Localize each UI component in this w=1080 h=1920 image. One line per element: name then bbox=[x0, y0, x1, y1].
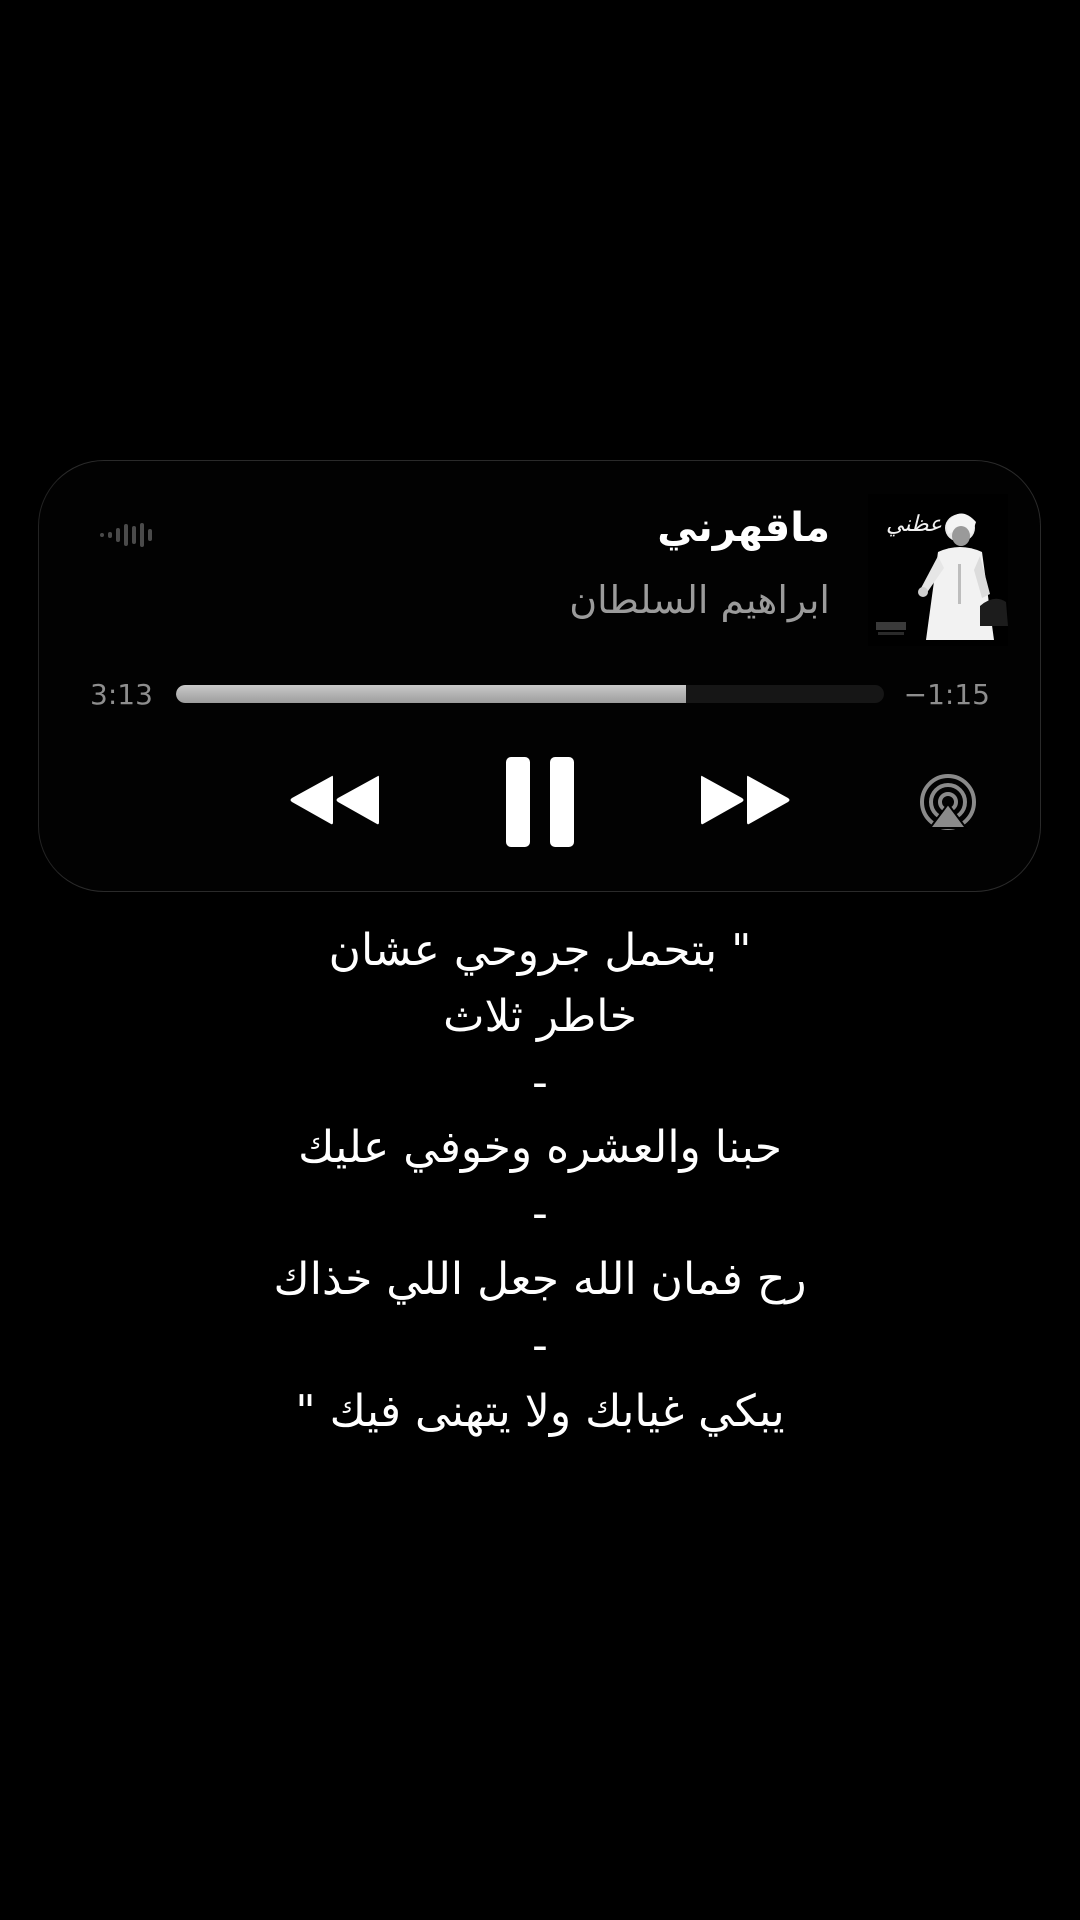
lyric-separator: - bbox=[532, 1188, 548, 1240]
remaining-time: −1:15 bbox=[903, 678, 990, 711]
lyric-line: يبكي غيابك ولا يتهنى فيك " bbox=[295, 1385, 785, 1437]
artist-name[interactable]: ابراهيم السلطان bbox=[569, 578, 830, 622]
lyric-line: خاطر ثلاث bbox=[443, 990, 637, 1042]
progress-fill bbox=[176, 685, 686, 703]
airplay-icon[interactable] bbox=[918, 774, 978, 830]
rewind-icon[interactable] bbox=[286, 772, 380, 828]
track-title[interactable]: ماقهرني bbox=[657, 505, 830, 551]
lyric-line: رح فمان الله جعل اللي خذاك bbox=[273, 1253, 807, 1305]
artwork-caption: عظني bbox=[886, 512, 943, 537]
elapsed-time: 3:13 bbox=[90, 678, 153, 711]
album-artwork[interactable]: عظني bbox=[868, 494, 1008, 646]
lyric-line: حبنا والعشره وخوفي عليك bbox=[298, 1122, 782, 1174]
lyrics-block: " بتحمل جروحي عشان خاطر ثلاث - حبنا والع… bbox=[0, 918, 1080, 1444]
screen: ماقهرني ابراهيم السلطان عظني 3:13 −1:15 bbox=[0, 0, 1080, 1920]
lyric-line: " بتحمل جروحي عشان bbox=[328, 925, 752, 976]
progress-scrubber[interactable] bbox=[176, 685, 884, 703]
waveform-icon bbox=[100, 523, 152, 547]
fast-forward-icon[interactable] bbox=[700, 772, 794, 828]
lyric-separator: - bbox=[532, 1319, 548, 1371]
lyric-separator: - bbox=[532, 1056, 548, 1108]
pause-icon[interactable] bbox=[506, 757, 574, 847]
